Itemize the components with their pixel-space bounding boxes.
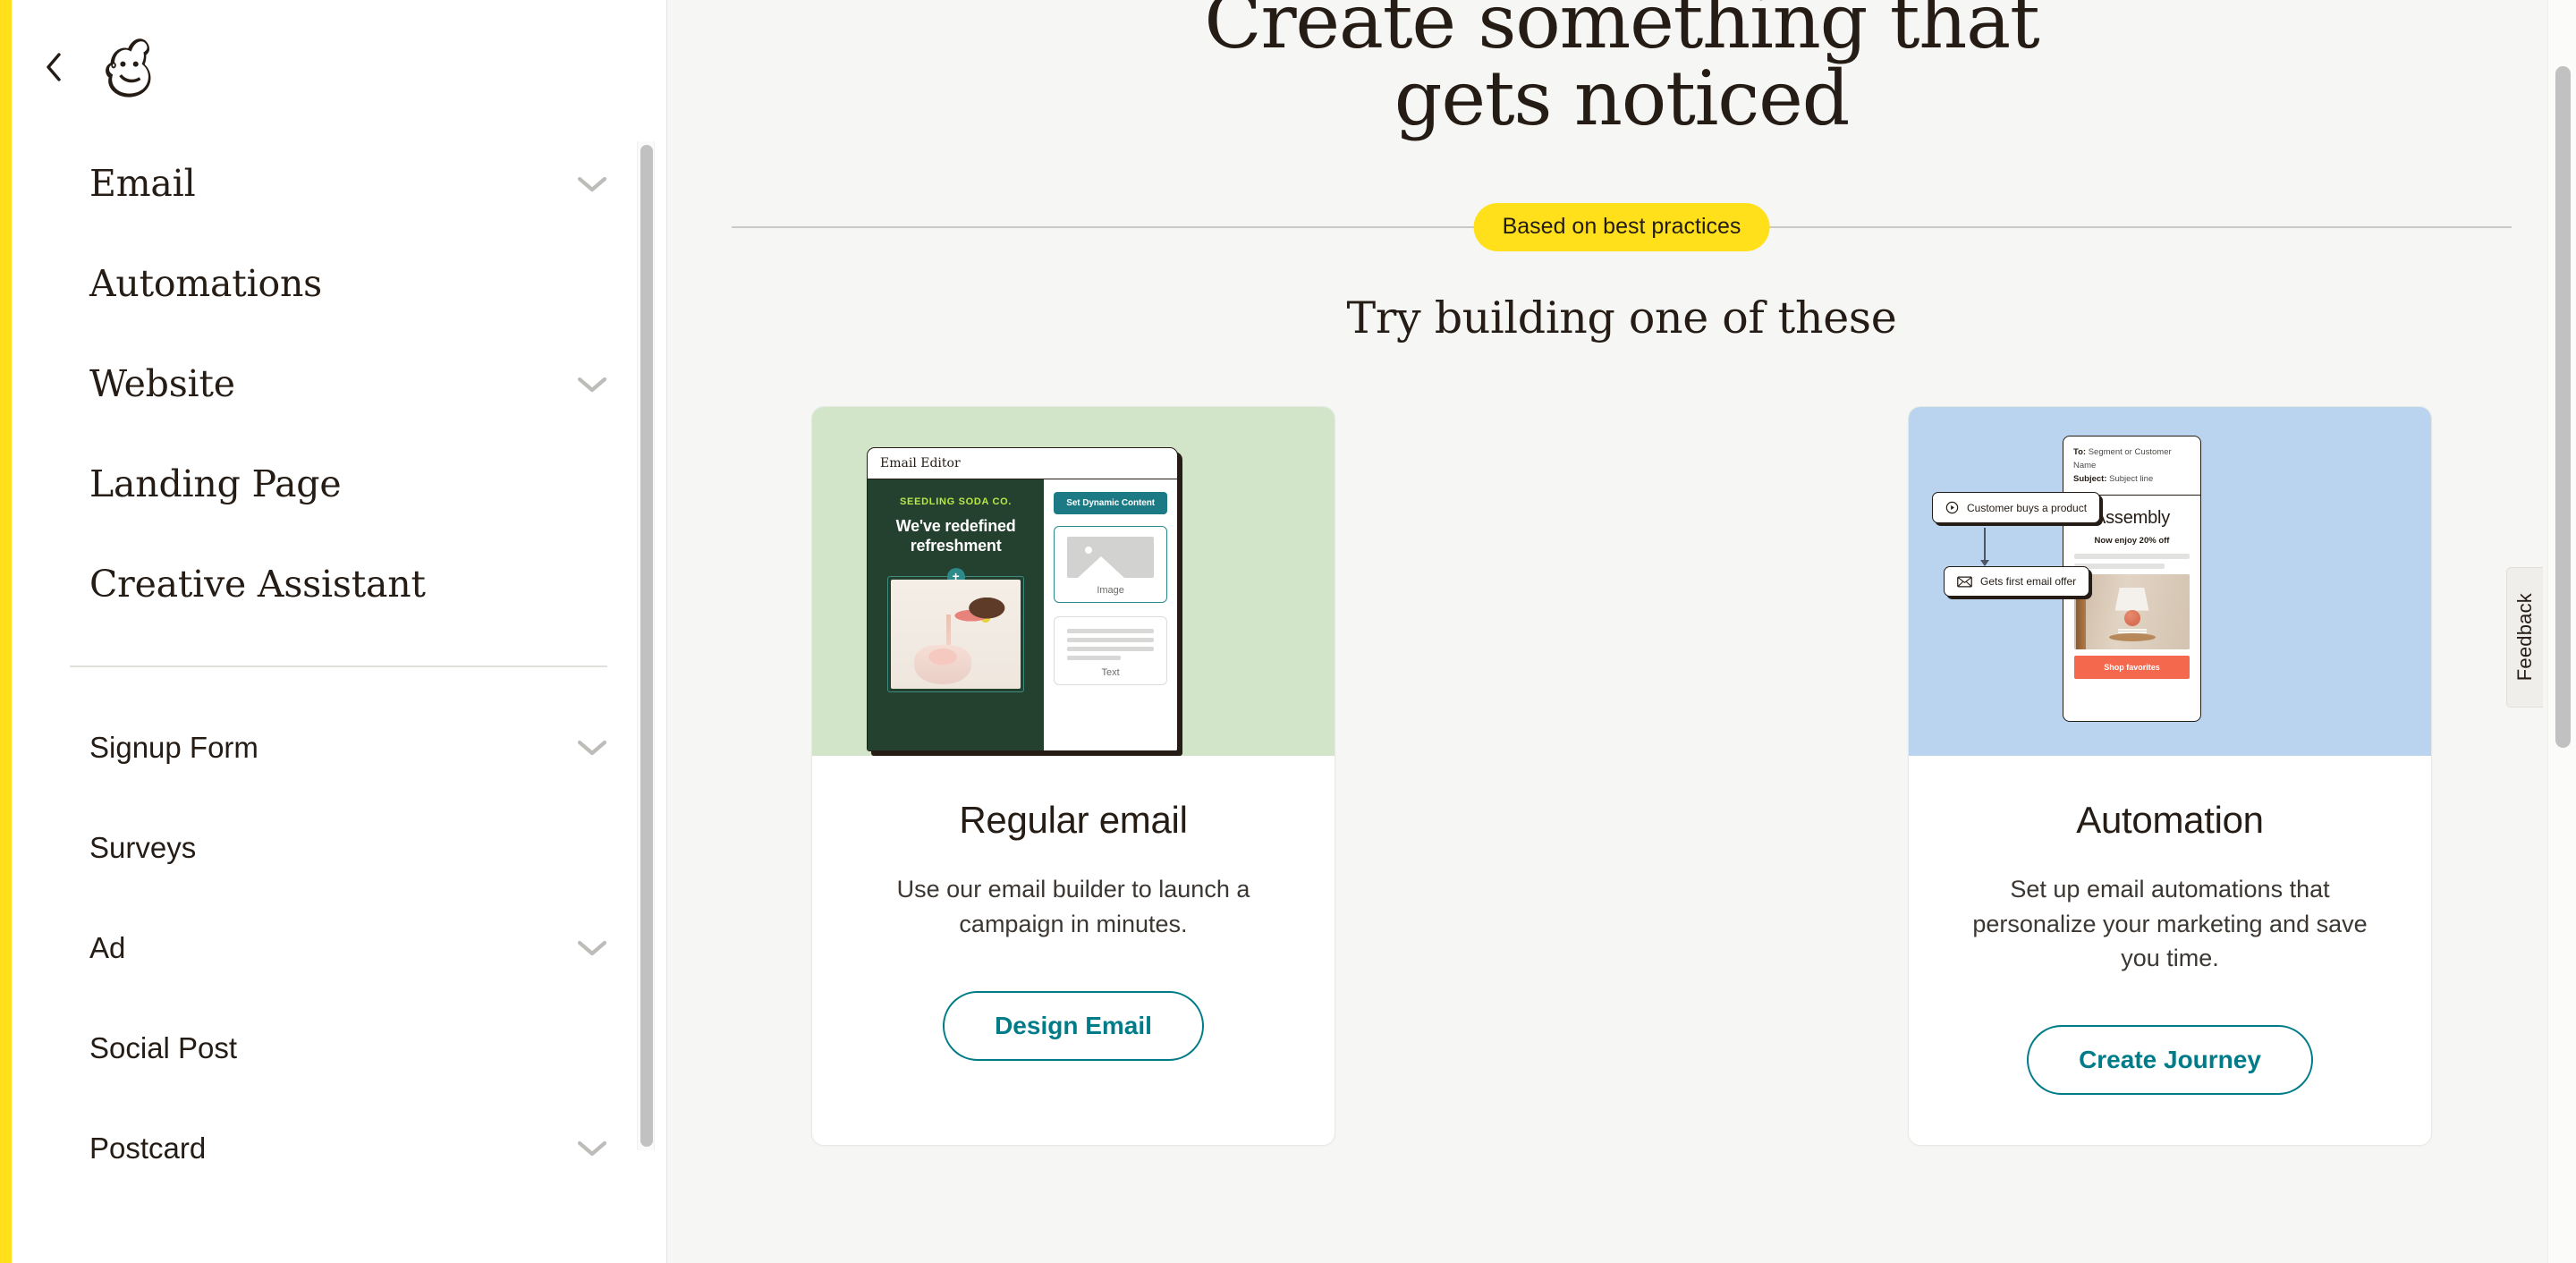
- subject-value: Subject line: [2109, 473, 2154, 484]
- card-thumbnail-automation: To: Segment or Customer Name Subject: Su…: [1909, 407, 2431, 757]
- sidebar-item-label: Ad: [89, 930, 126, 964]
- shop-favorites-button: Shop favorites: [2074, 655, 2190, 679]
- sidebar-item-label: Surveys: [89, 830, 197, 864]
- page-scrollbar[interactable]: [2547, 0, 2576, 1263]
- badge-divider: Based on best practices: [732, 203, 2512, 252]
- subject-label: Subject:: [2073, 473, 2107, 484]
- sidebar-item-label: Email: [89, 162, 196, 206]
- sidebar-item-label: Automations: [89, 262, 323, 306]
- sidebar-secondary-nav: Signup Form Surveys Ad Social Post Postc…: [0, 698, 666, 1199]
- sidebar-item-label: Website: [89, 362, 235, 406]
- create-journey-button[interactable]: Create Journey: [2027, 1025, 2313, 1096]
- journey-node-label: Customer buys a product: [1967, 501, 2088, 514]
- brand-accent-strip: [0, 0, 12, 1263]
- card-automation[interactable]: To: Segment or Customer Name Subject: Su…: [1908, 406, 2432, 1147]
- chevron-down-icon[interactable]: [577, 1140, 607, 1157]
- journey-connector-arrow: [1980, 528, 1989, 567]
- sidebar-item-creative-assistant[interactable]: Creative Assistant: [0, 535, 666, 635]
- email-headline: We've redefined refreshment: [895, 517, 1016, 555]
- sidebar-item-postcard[interactable]: Postcard: [0, 1098, 666, 1199]
- status-badge: Based on best practices: [1473, 203, 1770, 252]
- block-image: Image: [1054, 526, 1167, 604]
- envelope-icon: [1957, 576, 1972, 588]
- sidebar-item-email[interactable]: Email: [0, 134, 666, 234]
- to-value: Segment or Customer Name: [2073, 447, 2172, 471]
- card-grid: Email Editor SEEDLING SODA CO. We've red…: [667, 406, 2576, 1147]
- sidebar-item-social-post[interactable]: Social Post: [0, 998, 666, 1098]
- sidebar: Email Automations Website Landing Page C…: [0, 0, 666, 1263]
- automation-email-meta: To: Segment or Customer Name Subject: Su…: [2063, 437, 2200, 496]
- sidebar-item-signup-form[interactable]: Signup Form: [0, 698, 666, 798]
- card-description: Set up email automations that personaliz…: [1972, 876, 2368, 971]
- feedback-tab-label: Feedback: [2513, 593, 2536, 682]
- mailchimp-freddie-logo[interactable]: [91, 29, 168, 106]
- image-placeholder-icon: [1067, 537, 1154, 579]
- card-title: Regular email: [959, 799, 1188, 842]
- text-lines-placeholder: [1067, 629, 1154, 661]
- soda-pour-photo: [891, 579, 1021, 689]
- main-content: Create something that gets noticed Based…: [666, 0, 2576, 1263]
- to-label: To:: [2073, 447, 2087, 458]
- chevron-down-icon[interactable]: [577, 376, 607, 394]
- chevron-down-icon[interactable]: [577, 175, 607, 193]
- sidebar-divider: [70, 665, 607, 667]
- app-root: Email Automations Website Landing Page C…: [0, 0, 2576, 1263]
- email-brand-line: SEEDLING SODA CO.: [900, 496, 1013, 508]
- chevron-down-icon[interactable]: [577, 739, 607, 757]
- feedback-tab[interactable]: Feedback: [2506, 567, 2543, 708]
- sidebar-item-label: Social Post: [89, 1030, 238, 1064]
- sidebar-item-label: Postcard: [89, 1131, 207, 1165]
- chevron-left-icon[interactable]: [36, 49, 72, 85]
- automation-offer-text: Now enjoy 20% off: [2094, 535, 2170, 546]
- card-regular-email[interactable]: Email Editor SEEDLING SODA CO. We've red…: [811, 406, 1335, 1147]
- page-title-line2: gets noticed: [1394, 54, 1851, 142]
- sidebar-item-label: Landing Page: [89, 462, 342, 506]
- email-editor-titlebar: Email Editor: [868, 448, 1177, 480]
- sidebar-item-label: Creative Assistant: [89, 563, 426, 606]
- sidebar-item-ad[interactable]: Ad: [0, 898, 666, 998]
- page-title: Create something that gets noticed: [996, 0, 2248, 137]
- play-circle-icon: [1945, 501, 1959, 514]
- set-dynamic-content-button: Set Dynamic Content: [1054, 492, 1167, 515]
- block-text: Text: [1054, 616, 1167, 686]
- sidebar-scrollbar[interactable]: [637, 141, 655, 1150]
- block-text-label: Text: [1101, 667, 1120, 679]
- journey-node-label: Gets first email offer: [1980, 575, 2077, 589]
- sidebar-item-label: Signup Form: [89, 730, 258, 764]
- sidebar-primary-nav: Email Automations Website Landing Page C…: [0, 134, 666, 635]
- card-thumbnail-email-editor: Email Editor SEEDLING SODA CO. We've red…: [812, 407, 1335, 757]
- sidebar-item-automations[interactable]: Automations: [0, 234, 666, 335]
- email-editor-mock: Email Editor SEEDLING SODA CO. We've red…: [867, 447, 1178, 752]
- card-description: Use our email builder to launch a campai…: [896, 876, 1250, 937]
- sidebar-item-website[interactable]: Website: [0, 335, 666, 435]
- automation-body-placeholder: [2074, 553, 2190, 569]
- block-image-label: Image: [1097, 585, 1124, 597]
- email-image-slot: +: [887, 567, 1025, 692]
- email-editor-blocks-pane: Set Dynamic Content Image Text: [1044, 479, 1177, 751]
- sidebar-item-landing-page[interactable]: Landing Page: [0, 435, 666, 535]
- email-preview-pane: SEEDLING SODA CO. We've redefined refres…: [868, 479, 1045, 751]
- section-subtitle: Try building one of these: [1346, 292, 1897, 344]
- journey-node-trigger: Customer buys a product: [1932, 492, 2101, 524]
- design-email-button[interactable]: Design Email: [943, 991, 1204, 1061]
- lamp-photo: [2074, 573, 2190, 649]
- page-scrollbar-thumb[interactable]: [2555, 66, 2571, 748]
- email-editor-title: Email Editor: [880, 456, 961, 471]
- journey-node-email: Gets first email offer: [1944, 566, 2090, 598]
- automation-mock: To: Segment or Customer Name Subject: Su…: [1909, 407, 2431, 756]
- sidebar-header: [0, 0, 666, 134]
- card-title: Automation: [2076, 799, 2264, 842]
- sidebar-item-surveys[interactable]: Surveys: [0, 798, 666, 898]
- chevron-down-icon[interactable]: [577, 939, 607, 957]
- sidebar-scrollbar-thumb[interactable]: [640, 145, 653, 1147]
